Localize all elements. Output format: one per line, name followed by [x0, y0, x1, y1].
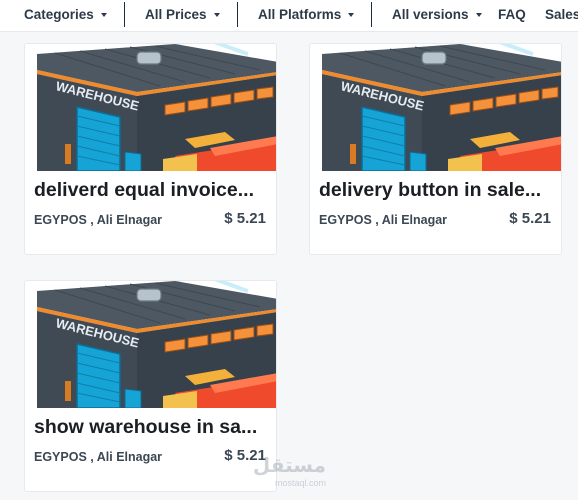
- categories-dropdown[interactable]: Categories: [24, 0, 107, 29]
- platforms-dropdown[interactable]: All Platforms: [258, 0, 355, 29]
- product-seller[interactable]: EGYPOS , Ali Elnagar: [34, 213, 162, 227]
- product-seller[interactable]: EGYPOS , Ali Elnagar: [319, 213, 447, 227]
- faq-link[interactable]: FAQ: [498, 0, 526, 29]
- product-title[interactable]: show warehouse in sa...: [34, 415, 270, 439]
- product-title[interactable]: delivery button in sale...: [319, 178, 555, 202]
- product-card[interactable]: delivery button in sale... EGYPOS , Ali …: [309, 43, 562, 255]
- chevron-down-icon: [100, 13, 107, 17]
- versions-label: All versions: [392, 7, 469, 22]
- sales-label: Sales: [545, 7, 578, 22]
- watermark-latin: mostaql.com: [274, 478, 326, 488]
- chevron-down-icon: [348, 13, 355, 17]
- prices-label: All Prices: [145, 7, 207, 22]
- separator: [371, 2, 372, 27]
- chevron-down-icon: [475, 13, 482, 17]
- sales-link[interactable]: Sales: [545, 0, 578, 29]
- chevron-down-icon: [213, 13, 220, 17]
- product-thumbnail[interactable]: [310, 44, 562, 171]
- product-thumbnail[interactable]: [25, 281, 277, 408]
- product-card[interactable]: deliverd equal invoice... EGYPOS , Ali E…: [24, 43, 277, 255]
- filter-bar: Categories All Prices All Platforms All …: [0, 0, 578, 32]
- platforms-label: All Platforms: [258, 7, 342, 22]
- product-price: $ 5.21: [509, 210, 551, 227]
- product-thumbnail[interactable]: [25, 44, 277, 171]
- product-card[interactable]: show warehouse in sa... EGYPOS , Ali Eln…: [24, 280, 277, 492]
- faq-label: FAQ: [498, 7, 526, 22]
- product-price: $ 5.21: [224, 447, 266, 464]
- versions-dropdown[interactable]: All versions: [392, 0, 482, 29]
- product-title[interactable]: deliverd equal invoice...: [34, 178, 270, 202]
- product-price: $ 5.21: [224, 210, 266, 227]
- separator: [237, 2, 238, 27]
- prices-dropdown[interactable]: All Prices: [145, 0, 220, 29]
- product-seller[interactable]: EGYPOS , Ali Elnagar: [34, 450, 162, 464]
- separator: [124, 2, 125, 27]
- categories-label: Categories: [24, 7, 94, 22]
